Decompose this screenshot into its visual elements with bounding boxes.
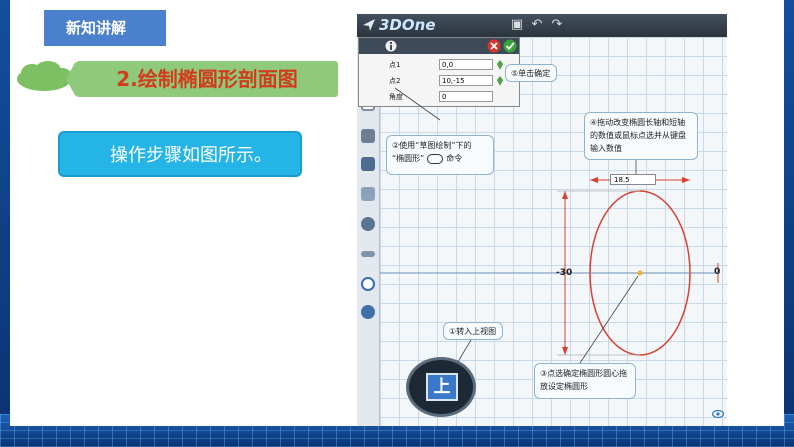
callout-step1: ①转入上视图 [443,322,503,340]
view-cube: 上 [406,357,476,417]
width-dimension-field[interactable]: 18.5 [610,174,656,185]
top-view-button[interactable]: 上 [426,373,458,401]
eye-icon[interactable] [712,410,724,418]
ellipse-center-point [637,270,643,276]
sketch-overlay [380,87,720,366]
callout-step5: ⑤单击确定 [505,64,557,82]
callout-step4: ④拖动改变椭圆长轴和短轴的数值或鼠标点选并从键盘输入数值 [584,112,698,160]
height-dimension-label: -30 [556,268,573,278]
axis-value-label: 0 [714,267,721,277]
ellipse-tool-icon [427,153,444,164]
callout-step2: ②使用“草图绘制”下的 “椭圆形” 命令 [386,135,494,175]
callout-step3: ③点选确定椭圆形圆心拖放设定椭圆形 [534,363,636,399]
